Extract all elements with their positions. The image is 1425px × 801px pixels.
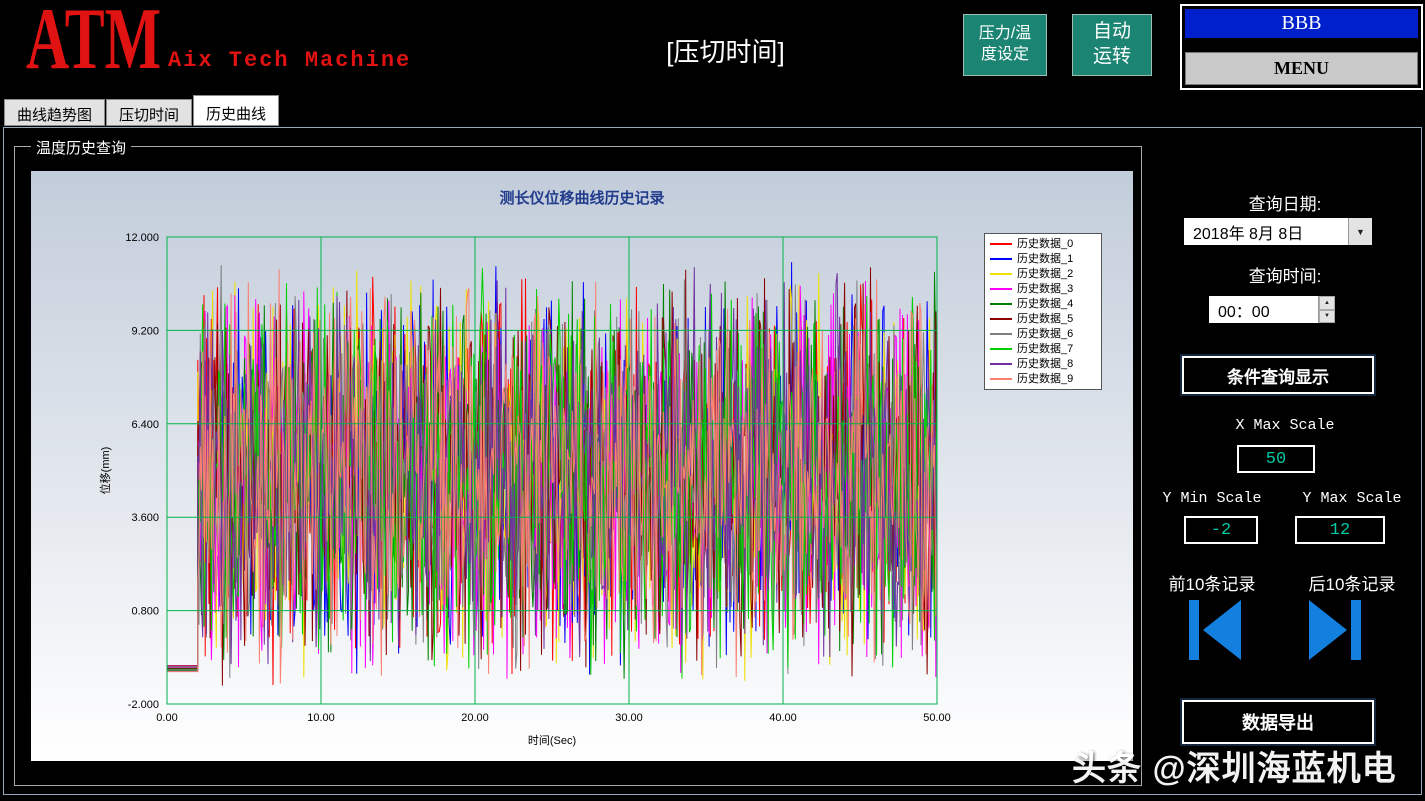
app-logo: ATM <box>26 0 162 88</box>
legend-color-swatch <box>990 303 1012 305</box>
chart-title: 测长仪位移曲线历史记录 <box>499 190 665 207</box>
svg-text:0.00: 0.00 <box>156 712 177 724</box>
prev-10-records-label: 前10条记录 <box>1168 575 1256 594</box>
legend-label: 历史数据_4 <box>1017 297 1074 310</box>
legend-item: 历史数据_0 <box>990 237 1096 251</box>
tab-curve-trend[interactable]: 曲线趋势图 <box>4 99 106 126</box>
svg-text:时间(Sec): 时间(Sec) <box>528 734 576 747</box>
legend-item: 历史数据_7 <box>990 342 1096 356</box>
query-time-label: 查询时间: <box>1248 267 1322 286</box>
legend-item: 历史数据_9 <box>990 372 1096 386</box>
spin-down-icon: ▼ <box>1324 313 1330 320</box>
legend-color-swatch <box>990 318 1012 320</box>
chart-panel: 0.00 10.00 20.00 30.00 40.00 50.00 12.000 9.200… <box>31 171 1133 761</box>
svg-text:10.00: 10.00 <box>307 712 335 724</box>
svg-text:6.400: 6.400 <box>131 419 159 431</box>
svg-text:-2.000: -2.000 <box>128 699 159 711</box>
legend-label: 历史数据_6 <box>1017 327 1074 340</box>
history-query-groupbox: 温度历史查询 0.00 10.00 20.00 30.00 40.00 50.00 12.0… <box>14 137 1142 786</box>
legend-item: 历史数据_1 <box>990 252 1096 266</box>
y-min-scale-input[interactable]: -2 <box>1184 516 1258 544</box>
svg-text:40.00: 40.00 <box>769 712 797 724</box>
tab-history-curve[interactable]: 历史曲线 <box>193 95 280 126</box>
time-spin-down-button[interactable]: ▼ <box>1319 309 1335 323</box>
main-panel: 温度历史查询 0.00 10.00 20.00 30.00 40.00 50.00 12.0… <box>3 127 1422 795</box>
legend-item: 历史数据_5 <box>990 312 1096 326</box>
skip-to-start-icon <box>1189 600 1241 660</box>
history-curve-chart: 0.00 10.00 20.00 30.00 40.00 50.00 12.000 9.200… <box>98 232 951 747</box>
legend-label: 历史数据_2 <box>1017 267 1074 280</box>
svg-text:30.00: 30.00 <box>615 712 643 724</box>
data-export-button[interactable]: 数据导出 <box>1182 700 1374 744</box>
x-max-scale-input[interactable]: 50 <box>1237 445 1315 473</box>
svg-text:位移(mm): 位移(mm) <box>98 447 112 495</box>
svg-text:12.000: 12.000 <box>125 232 159 244</box>
watermark: 头条 @深圳海蓝机电 <box>1072 750 1397 788</box>
legend-item: 历史数据_4 <box>990 297 1096 311</box>
legend-color-swatch <box>990 378 1012 380</box>
tab-press-cut-time[interactable]: 压切时间 <box>106 99 193 126</box>
date-dropdown-button[interactable]: ▼ <box>1348 218 1372 245</box>
groupbox-title: 温度历史查询 <box>31 137 132 158</box>
legend-item: 历史数据_2 <box>990 267 1096 281</box>
calendar-dropdown-icon: ▼ <box>1356 226 1365 237</box>
legend-color-swatch <box>990 363 1012 365</box>
header-right-panel: BBB MENU <box>1180 4 1423 90</box>
x-max-scale-label: X Max Scale <box>1235 417 1335 434</box>
legend-color-swatch <box>990 333 1012 335</box>
menu-button[interactable]: MENU <box>1185 52 1418 85</box>
page-title: [压切时间] <box>666 37 785 67</box>
time-value: 00：00 <box>1218 303 1270 321</box>
query-date-label: 查询日期: <box>1248 195 1322 214</box>
legend-label: 历史数据_7 <box>1017 342 1074 355</box>
y-max-scale-input[interactable]: 12 <box>1295 516 1385 544</box>
legend-item: 历史数据_3 <box>990 282 1096 296</box>
y-min-scale-label: Y Min Scale <box>1162 490 1262 507</box>
app-logo-subtitle: Aix Tech Machine <box>168 48 412 73</box>
tab-bar: 曲线趋势图 压切时间 历史曲线 <box>4 95 280 126</box>
header: ATM Aix Tech Machine [压切时间] 压力/温 度设定 自动 … <box>0 0 1425 93</box>
legend-label: 历史数据_1 <box>1017 252 1074 265</box>
svg-text:50.00: 50.00 <box>923 712 951 724</box>
spin-up-icon: ▲ <box>1324 299 1330 306</box>
date-picker[interactable]: 2018年 8月 8日 ▼ <box>1184 218 1372 245</box>
svg-text:20.00: 20.00 <box>461 712 489 724</box>
legend-color-swatch <box>990 258 1012 260</box>
legend-label: 历史数据_0 <box>1017 237 1074 250</box>
chart-legend: 历史数据_0 历史数据_1 历史数据_2 历史数据_3 历史数据_4 历史数据_5 历史数据… <box>984 233 1102 390</box>
legend-item: 历史数据_8 <box>990 357 1096 371</box>
skip-to-end-icon <box>1309 600 1361 660</box>
legend-color-swatch <box>990 273 1012 275</box>
legend-label: 历史数据_3 <box>1017 282 1074 295</box>
skip-to-start-button[interactable] <box>1187 598 1243 662</box>
time-spin-up-button[interactable]: ▲ <box>1319 296 1335 310</box>
svg-text:9.200: 9.200 <box>131 325 159 337</box>
y-max-scale-label: Y Max Scale <box>1302 490 1402 507</box>
time-spinner: ▲ ▼ <box>1318 296 1335 323</box>
pressure-temp-setting-button[interactable]: 压力/温 度设定 <box>963 14 1047 76</box>
legend-label: 历史数据_5 <box>1017 312 1074 325</box>
legend-color-swatch <box>990 243 1012 245</box>
auto-run-button[interactable]: 自动 运转 <box>1072 14 1152 76</box>
svg-text:3.600: 3.600 <box>131 512 159 524</box>
query-sidebar: 查询日期: 2018年 8月 8日 ▼ 查询时间: 00：00 ▲ ▼ 条件查询… <box>1149 146 1421 792</box>
legend-item: 历史数据_6 <box>990 327 1096 341</box>
date-value: 2018年 8月 8日 <box>1193 225 1304 243</box>
time-picker[interactable]: 00：00 ▲ ▼ <box>1209 296 1335 323</box>
svg-text:0.800: 0.800 <box>131 606 159 618</box>
legend-label: 历史数据_9 <box>1017 372 1074 385</box>
condition-query-button[interactable]: 条件查询显示 <box>1182 356 1374 394</box>
legend-color-swatch <box>990 348 1012 350</box>
status-bbb-label: BBB <box>1185 9 1418 38</box>
legend-color-swatch <box>990 288 1012 290</box>
skip-to-end-button[interactable] <box>1307 598 1363 662</box>
next-10-records-label: 后10条记录 <box>1308 575 1396 594</box>
legend-label: 历史数据_8 <box>1017 357 1074 370</box>
